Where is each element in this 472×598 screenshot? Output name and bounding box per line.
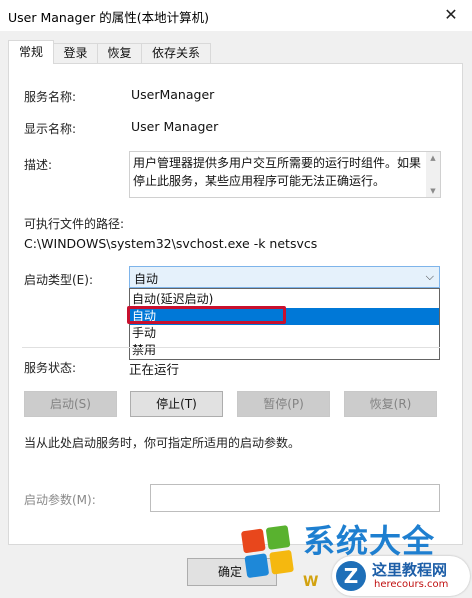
watermark-w: W: [303, 574, 319, 590]
scroll-up-icon[interactable]: ▲: [426, 152, 440, 164]
startup-type-value: 自动: [134, 272, 159, 286]
display-name-label: 显示名称:: [24, 122, 77, 136]
startup-option-disabled[interactable]: 禁用: [130, 342, 439, 359]
start-params-hint: 当从此处启动服务时，你可指定所适用的启动参数。: [24, 436, 301, 450]
description-scrollbar[interactable]: ▲ ▼: [426, 152, 440, 197]
start-params-input[interactable]: [150, 484, 440, 512]
watermark-url: herecours.com: [374, 579, 449, 590]
pause-button[interactable]: 暂停(P): [237, 391, 330, 417]
windows-flag-icon: [240, 525, 295, 579]
tab-dependencies[interactable]: 依存关系: [141, 43, 211, 63]
description-box[interactable]: 用户管理器提供多用户交互所需要的运行时组件。如果停止此服务，某些应用程序可能无法…: [129, 151, 441, 198]
tab-recovery[interactable]: 恢复: [97, 43, 142, 63]
display-name-value: User Manager: [131, 119, 219, 134]
tab-general[interactable]: 常规: [8, 40, 54, 64]
exe-path-label: 可执行文件的路径:: [24, 217, 125, 231]
description-label: 描述:: [24, 158, 53, 172]
close-icon[interactable]: ✕: [440, 5, 462, 25]
watermark-site-name: 这里教程网: [372, 561, 448, 579]
service-name-value: UserManager: [131, 87, 215, 102]
resume-button[interactable]: 恢复(R): [344, 391, 437, 417]
description-text: 用户管理器提供多用户交互所需要的运行时组件。如果停止此服务，某些应用程序可能无法…: [133, 156, 422, 188]
start-button[interactable]: 启动(S): [24, 391, 117, 417]
watermark-badge: Z 这里教程网 herecours.com: [332, 556, 470, 596]
scroll-down-icon[interactable]: ▼: [426, 185, 440, 197]
z-logo-icon: Z: [336, 561, 366, 591]
divider: [22, 347, 440, 348]
startup-option-manual[interactable]: 手动: [130, 325, 439, 342]
watermark-logo: 系统大全 W Z 这里教程网 herecours.com: [240, 516, 472, 598]
startup-type-dropdown: 自动(延迟启动) 自动 手动 禁用: [129, 288, 440, 360]
tab-logon[interactable]: 登录: [53, 43, 98, 63]
chevron-down-icon[interactable]: ⌵: [426, 270, 434, 284]
highlight-outline: [127, 306, 286, 324]
start-params-label: 启动参数(M):: [24, 493, 96, 507]
startup-type-select[interactable]: 自动 ⌵: [129, 266, 440, 288]
service-name-label: 服务名称:: [24, 90, 77, 104]
service-status-label: 服务状态:: [24, 361, 77, 375]
exe-path-value: C:\WINDOWS\system32\svchost.exe -k netsv…: [24, 236, 318, 251]
title-bar: User Manager 的属性(本地计算机) ✕: [0, 0, 472, 31]
window-title: User Manager 的属性(本地计算机): [8, 10, 209, 25]
stop-button[interactable]: 停止(T): [130, 391, 223, 417]
service-status-value: 正在运行: [129, 362, 180, 377]
startup-type-label: 启动类型(E):: [24, 273, 93, 287]
